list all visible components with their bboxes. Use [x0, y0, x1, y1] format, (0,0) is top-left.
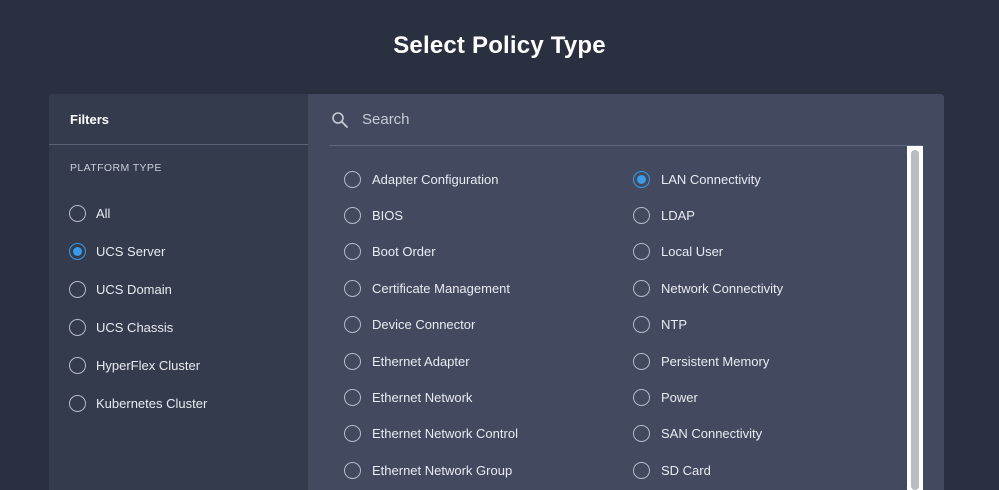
policy-adapter-configuration[interactable]: Adapter Configuration [344, 161, 604, 197]
radio-button[interactable] [69, 280, 86, 298]
radio-button[interactable] [344, 170, 361, 188]
radio-button[interactable] [633, 461, 650, 479]
search-icon [332, 111, 348, 128]
page-title: Select Policy Type [393, 32, 606, 59]
policy-persistent-memory[interactable]: Persistent Memory [633, 343, 893, 379]
radio-button[interactable] [633, 279, 650, 297]
policy-label: BIOS [372, 208, 404, 224]
radio-button[interactable] [633, 243, 650, 261]
radio-button[interactable] [69, 204, 86, 222]
scrollbar[interactable] [907, 146, 923, 490]
radio-button[interactable] [633, 425, 650, 443]
search-input[interactable] [362, 111, 882, 128]
radio-button[interactable] [633, 352, 650, 370]
policy-network-connectivity[interactable]: Network Connectivity [633, 270, 893, 306]
scrollbar-thumb[interactable] [911, 150, 919, 490]
filter-label: UCS Server [96, 243, 166, 259]
policy-certificate-management[interactable]: Certificate Management [344, 270, 604, 306]
search-bar[interactable] [329, 94, 922, 146]
policy-column-right: LAN Connectivity LDAP Local User Network… [633, 161, 893, 489]
filter-ucs-chassis[interactable]: UCS Chassis [69, 308, 299, 346]
filter-hyperflex-cluster[interactable]: HyperFlex Cluster [69, 346, 299, 384]
policy-device-connector[interactable]: Device Connector [344, 307, 604, 343]
filters-sidebar: Filters PLATFORM TYPE All UCS Server UCS… [49, 94, 308, 490]
radio-button[interactable] [344, 389, 361, 407]
policy-ntp[interactable]: NTP [633, 307, 893, 343]
radio-button[interactable] [344, 425, 361, 443]
policy-label: SD Card [661, 462, 711, 478]
filter-label: HyperFlex Cluster [96, 357, 201, 373]
radio-button[interactable] [633, 389, 650, 407]
filter-all[interactable]: All [69, 194, 299, 232]
policy-label: Ethernet Adapter [372, 353, 470, 369]
filter-label: UCS Domain [96, 281, 172, 297]
radio-button[interactable] [69, 356, 86, 374]
policy-ldap[interactable]: LDAP [633, 197, 893, 233]
policy-ethernet-network-group[interactable]: Ethernet Network Group [344, 452, 604, 488]
radio-button[interactable] [344, 279, 361, 297]
policy-bios[interactable]: BIOS [344, 197, 604, 233]
radio-button[interactable] [344, 243, 361, 261]
policy-sd-card[interactable]: SD Card [633, 452, 893, 488]
policy-label: Ethernet Network [372, 390, 473, 406]
policy-local-user[interactable]: Local User [633, 234, 893, 270]
policy-ethernet-adapter[interactable]: Ethernet Adapter [344, 343, 604, 379]
radio-button[interactable] [69, 318, 86, 336]
policy-label: SAN Connectivity [661, 426, 763, 442]
radio-button[interactable] [633, 207, 650, 225]
policy-type-panel: Filters PLATFORM TYPE All UCS Server UCS… [49, 94, 944, 490]
policy-label: Local User [661, 244, 724, 260]
policy-ethernet-network[interactable]: Ethernet Network [344, 379, 604, 415]
policy-label: LAN Connectivity [661, 171, 761, 187]
policy-label: Certificate Management [372, 280, 511, 296]
filter-label: All [96, 205, 111, 221]
policy-label: Boot Order [372, 244, 436, 260]
radio-button[interactable] [633, 316, 650, 334]
policy-label: Adapter Configuration [372, 171, 499, 187]
radio-button[interactable] [344, 352, 361, 370]
radio-button[interactable] [344, 461, 361, 479]
radio-button-selected[interactable] [69, 242, 86, 260]
radio-button[interactable] [344, 207, 361, 225]
policy-ethernet-network-control[interactable]: Ethernet Network Control [344, 416, 604, 452]
policy-san-connectivity[interactable]: SAN Connectivity [633, 416, 893, 452]
filter-kubernetes-cluster[interactable]: Kubernetes Cluster [69, 384, 299, 422]
policy-boot-order[interactable]: Boot Order [344, 234, 604, 270]
filter-label: Kubernetes Cluster [96, 395, 208, 411]
platform-type-list: All UCS Server UCS Domain UCS Chassis Hy… [69, 194, 299, 422]
policy-lan-connectivity[interactable]: LAN Connectivity [633, 161, 893, 197]
filter-ucs-server[interactable]: UCS Server [69, 232, 299, 270]
policy-power[interactable]: Power [633, 379, 893, 415]
policy-label: Ethernet Network Control [372, 426, 518, 442]
policy-label: Persistent Memory [661, 353, 770, 369]
policy-list-area: Adapter Configuration BIOS Boot Order Ce… [308, 94, 944, 490]
filter-ucs-domain[interactable]: UCS Domain [69, 270, 299, 308]
radio-button[interactable] [344, 316, 361, 334]
policy-label: LDAP [661, 208, 695, 224]
filter-label: UCS Chassis [96, 319, 174, 335]
policy-label: Network Connectivity [661, 280, 784, 296]
policy-label: NTP [661, 317, 687, 333]
policy-column-left: Adapter Configuration BIOS Boot Order Ce… [344, 161, 604, 489]
filters-header: Filters [49, 94, 308, 145]
radio-button[interactable] [69, 394, 86, 412]
policy-label: Ethernet Network Group [372, 462, 513, 478]
policy-label: Device Connector [372, 317, 476, 333]
radio-button-selected[interactable] [633, 170, 650, 188]
policy-label: Power [661, 390, 698, 406]
platform-type-label: PLATFORM TYPE [70, 162, 162, 174]
